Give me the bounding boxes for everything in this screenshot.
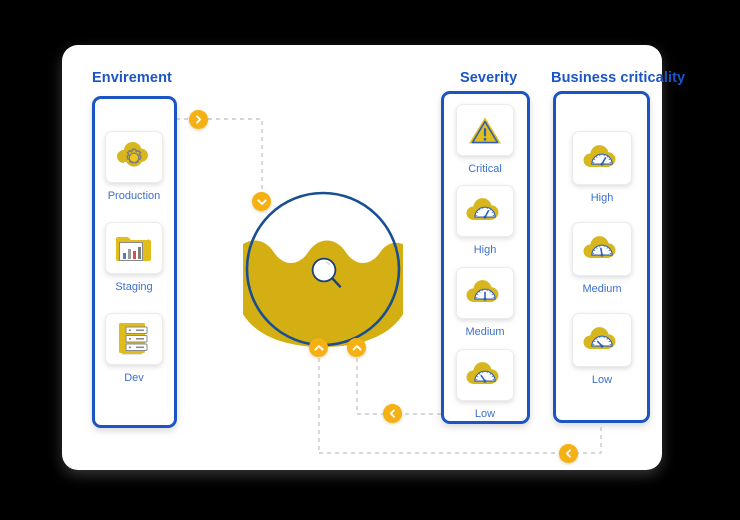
connector-badge-down[interactable] bbox=[252, 192, 271, 211]
item-label-severity-low: Low bbox=[474, 408, 496, 420]
connector-badge-up-left[interactable] bbox=[309, 338, 328, 357]
group-title-envirement: Envirement bbox=[92, 70, 172, 86]
item-severity-low[interactable]: Low bbox=[456, 349, 514, 420]
tile-dev[interactable] bbox=[105, 313, 163, 365]
chevron-down-icon bbox=[256, 198, 267, 205]
item-severity-high[interactable]: High bbox=[456, 185, 514, 256]
item-label-dev: Dev bbox=[124, 372, 144, 384]
connector-badge-up-right[interactable] bbox=[347, 338, 366, 357]
warning-triangle-icon bbox=[469, 117, 501, 144]
item-label-severity-medium: Medium bbox=[465, 326, 505, 338]
tile-severity-low[interactable] bbox=[456, 349, 514, 401]
item-label-severity-critical: Critical bbox=[468, 163, 502, 175]
cloud-gauge-icon bbox=[583, 145, 616, 167]
item-label-business-medium: Medium bbox=[582, 283, 622, 295]
liquid-fill bbox=[235, 240, 411, 347]
cloud-gauge-icon bbox=[583, 236, 616, 258]
server-rack-icon bbox=[119, 323, 148, 355]
item-business-medium[interactable]: Medium bbox=[572, 222, 632, 295]
tile-severity-medium[interactable] bbox=[456, 267, 514, 319]
cloud-gauge-icon bbox=[466, 280, 499, 302]
item-production[interactable]: Production bbox=[105, 131, 163, 202]
item-business-high[interactable]: High bbox=[572, 131, 632, 204]
connector-badge-right[interactable] bbox=[189, 110, 208, 129]
tile-business-low[interactable] bbox=[572, 313, 632, 367]
group-title-business-criticality: Business criticality bbox=[551, 70, 686, 86]
cloud-gear-icon bbox=[117, 142, 148, 167]
item-label-staging: Staging bbox=[115, 281, 153, 293]
item-label-production: Production bbox=[107, 190, 161, 202]
item-business-low[interactable]: Low bbox=[572, 313, 632, 386]
diagram-canvas: Envirement Production Staging Dev Severi… bbox=[0, 0, 740, 520]
cloud-gauge-icon bbox=[466, 198, 499, 220]
chevron-up-icon bbox=[313, 344, 324, 351]
tile-business-medium[interactable] bbox=[572, 222, 632, 276]
item-label-business-high: High bbox=[590, 192, 614, 204]
cloud-gauge-icon bbox=[466, 362, 499, 384]
chevron-left-icon bbox=[389, 409, 395, 418]
tile-staging[interactable] bbox=[105, 222, 163, 274]
tile-severity-high[interactable] bbox=[456, 185, 514, 237]
connector-badge-left-bottom[interactable] bbox=[559, 444, 578, 463]
item-severity-critical[interactable]: Critical bbox=[456, 104, 514, 175]
item-label-severity-high: High bbox=[473, 244, 497, 256]
folder-chart-icon bbox=[116, 237, 151, 262]
item-dev[interactable]: Dev bbox=[105, 313, 163, 384]
scan-bubble[interactable] bbox=[235, 189, 411, 349]
tile-production[interactable] bbox=[105, 131, 163, 183]
chevron-up-icon bbox=[351, 344, 362, 351]
cloud-gauge-icon bbox=[583, 327, 616, 349]
item-label-business-low: Low bbox=[591, 374, 613, 386]
chevron-right-icon bbox=[196, 115, 202, 124]
group-title-severity: Severity bbox=[460, 70, 518, 86]
item-staging[interactable]: Staging bbox=[105, 222, 163, 293]
item-severity-medium[interactable]: Medium bbox=[456, 267, 514, 338]
chevron-left-icon bbox=[565, 449, 571, 458]
tile-business-high[interactable] bbox=[572, 131, 632, 185]
tile-severity-critical[interactable] bbox=[456, 104, 514, 156]
connector-badge-left-mid[interactable] bbox=[383, 404, 402, 423]
